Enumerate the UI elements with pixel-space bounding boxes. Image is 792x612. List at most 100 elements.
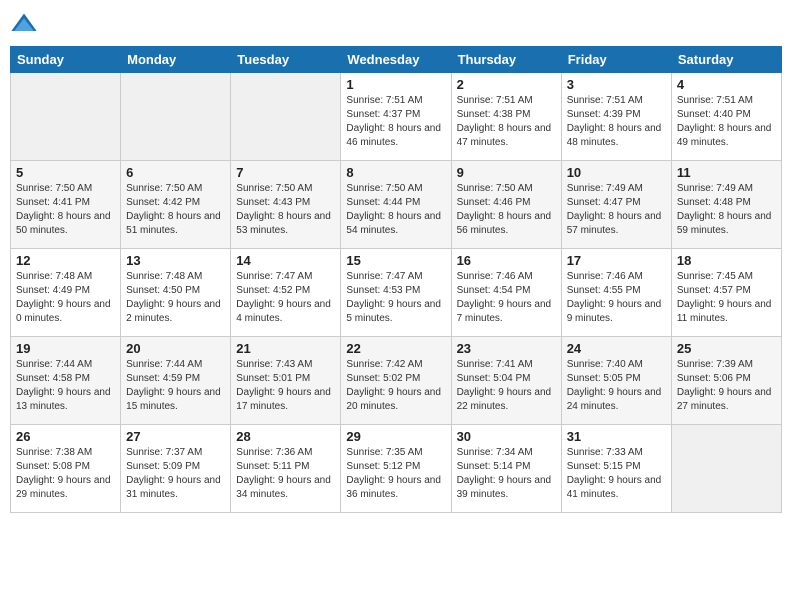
day-number: 23 xyxy=(457,341,556,356)
day-info: Sunrise: 7:50 AM Sunset: 4:43 PM Dayligh… xyxy=(236,182,335,238)
week-row-2: 12 Sunrise: 7:48 AM Sunset: 4:49 PM Dayli… xyxy=(11,249,782,337)
day-number: 29 xyxy=(346,429,445,444)
calendar-table: SundayMondayTuesdayWednesdayThursdayFrid… xyxy=(10,46,782,513)
day-number: 11 xyxy=(677,165,776,180)
day-cell: 10Sunrise: 7:49 AM Sunset: 4:47 PM Dayli… xyxy=(561,161,671,249)
day-cell: 8 Sunrise: 7:50 AM Sunset: 4:44 PM Daylig… xyxy=(341,161,451,249)
header-tuesday: Tuesday xyxy=(231,47,341,73)
header-thursday: Thursday xyxy=(451,47,561,73)
day-info: Sunrise: 7:48 AM Sunset: 4:49 PM Dayligh… xyxy=(16,270,115,326)
day-info: Sunrise: 7:35 AM Sunset: 5:12 PM Dayligh… xyxy=(346,446,445,502)
week-row-1: 5 Sunrise: 7:50 AM Sunset: 4:41 PM Daylig… xyxy=(11,161,782,249)
day-info: Sunrise: 7:49 AM Sunset: 4:48 PM Dayligh… xyxy=(677,182,776,238)
day-number: 12 xyxy=(16,253,115,268)
day-info: Sunrise: 7:39 AM Sunset: 5:06 PM Dayligh… xyxy=(677,358,776,414)
day-info: Sunrise: 7:43 AM Sunset: 5:01 PM Dayligh… xyxy=(236,358,335,414)
day-number: 15 xyxy=(346,253,445,268)
day-number: 18 xyxy=(677,253,776,268)
logo xyxy=(10,10,42,38)
day-info: Sunrise: 7:47 AM Sunset: 4:52 PM Dayligh… xyxy=(236,270,335,326)
day-cell: 27Sunrise: 7:37 AM Sunset: 5:09 PM Dayli… xyxy=(121,425,231,513)
day-cell: 25 Sunrise: 7:39 AM Sunset: 5:06 PM Dayli… xyxy=(671,337,781,425)
day-cell xyxy=(121,73,231,161)
day-info: Sunrise: 7:47 AM Sunset: 4:53 PM Dayligh… xyxy=(346,270,445,326)
day-cell: 5 Sunrise: 7:50 AM Sunset: 4:41 PM Daylig… xyxy=(11,161,121,249)
day-number: 5 xyxy=(16,165,115,180)
day-number: 8 xyxy=(346,165,445,180)
day-cell: 24 Sunrise: 7:40 AM Sunset: 5:05 PM Dayli… xyxy=(561,337,671,425)
day-number: 24 xyxy=(567,341,666,356)
day-cell: 1 Sunrise: 7:51 AM Sunset: 4:37 PM Daylig… xyxy=(341,73,451,161)
header-sunday: Sunday xyxy=(11,47,121,73)
day-number: 14 xyxy=(236,253,335,268)
header-friday: Friday xyxy=(561,47,671,73)
day-cell: 23Sunrise: 7:41 AM Sunset: 5:04 PM Dayli… xyxy=(451,337,561,425)
day-info: Sunrise: 7:48 AM Sunset: 4:50 PM Dayligh… xyxy=(126,270,225,326)
day-number: 25 xyxy=(677,341,776,356)
day-cell: 9 Sunrise: 7:50 AM Sunset: 4:46 PM Daylig… xyxy=(451,161,561,249)
day-number: 16 xyxy=(457,253,556,268)
day-number: 26 xyxy=(16,429,115,444)
day-number: 13 xyxy=(126,253,225,268)
day-cell: 21 Sunrise: 7:43 AM Sunset: 5:01 PM Dayli… xyxy=(231,337,341,425)
day-info: Sunrise: 7:50 AM Sunset: 4:42 PM Dayligh… xyxy=(126,182,225,238)
day-number: 1 xyxy=(346,77,445,92)
day-number: 9 xyxy=(457,165,556,180)
week-row-3: 19 Sunrise: 7:44 AM Sunset: 4:58 PM Dayli… xyxy=(11,337,782,425)
day-number: 19 xyxy=(16,341,115,356)
day-cell: 22 Sunrise: 7:42 AM Sunset: 5:02 PM Dayli… xyxy=(341,337,451,425)
day-cell: 18 Sunrise: 7:45 AM Sunset: 4:57 PM Dayli… xyxy=(671,249,781,337)
header-wednesday: Wednesday xyxy=(341,47,451,73)
day-info: Sunrise: 7:51 AM Sunset: 4:38 PM Dayligh… xyxy=(457,94,556,150)
day-cell: 4 Sunrise: 7:51 AM Sunset: 4:40 PM Daylig… xyxy=(671,73,781,161)
day-number: 17 xyxy=(567,253,666,268)
day-info: Sunrise: 7:38 AM Sunset: 5:08 PM Dayligh… xyxy=(16,446,115,502)
day-cell: 17 Sunrise: 7:46 AM Sunset: 4:55 PM Dayli… xyxy=(561,249,671,337)
day-number: 6 xyxy=(126,165,225,180)
day-info: Sunrise: 7:51 AM Sunset: 4:39 PM Dayligh… xyxy=(567,94,666,150)
day-info: Sunrise: 7:46 AM Sunset: 4:55 PM Dayligh… xyxy=(567,270,666,326)
day-info: Sunrise: 7:37 AM Sunset: 5:09 PM Dayligh… xyxy=(126,446,225,502)
day-info: Sunrise: 7:50 AM Sunset: 4:46 PM Dayligh… xyxy=(457,182,556,238)
week-row-0: 1 Sunrise: 7:51 AM Sunset: 4:37 PM Daylig… xyxy=(11,73,782,161)
day-cell: 19 Sunrise: 7:44 AM Sunset: 4:58 PM Dayli… xyxy=(11,337,121,425)
logo-icon xyxy=(10,10,38,38)
day-info: Sunrise: 7:50 AM Sunset: 4:41 PM Dayligh… xyxy=(16,182,115,238)
day-info: Sunrise: 7:36 AM Sunset: 5:11 PM Dayligh… xyxy=(236,446,335,502)
header-monday: Monday xyxy=(121,47,231,73)
header-saturday: Saturday xyxy=(671,47,781,73)
day-number: 28 xyxy=(236,429,335,444)
day-info: Sunrise: 7:44 AM Sunset: 4:58 PM Dayligh… xyxy=(16,358,115,414)
day-cell: 14 Sunrise: 7:47 AM Sunset: 4:52 PM Dayli… xyxy=(231,249,341,337)
day-cell: 29 Sunrise: 7:35 AM Sunset: 5:12 PM Dayli… xyxy=(341,425,451,513)
day-info: Sunrise: 7:40 AM Sunset: 5:05 PM Dayligh… xyxy=(567,358,666,414)
day-cell: 26 Sunrise: 7:38 AM Sunset: 5:08 PM Dayli… xyxy=(11,425,121,513)
day-number: 4 xyxy=(677,77,776,92)
day-number: 21 xyxy=(236,341,335,356)
day-cell: 12 Sunrise: 7:48 AM Sunset: 4:49 PM Dayli… xyxy=(11,249,121,337)
day-cell: 28 Sunrise: 7:36 AM Sunset: 5:11 PM Dayli… xyxy=(231,425,341,513)
day-cell: 2 Sunrise: 7:51 AM Sunset: 4:38 PM Daylig… xyxy=(451,73,561,161)
day-cell: 7Sunrise: 7:50 AM Sunset: 4:43 PM Daylig… xyxy=(231,161,341,249)
day-number: 2 xyxy=(457,77,556,92)
day-cell: 31Sunrise: 7:33 AM Sunset: 5:15 PM Dayli… xyxy=(561,425,671,513)
day-cell: 15 Sunrise: 7:47 AM Sunset: 4:53 PM Dayli… xyxy=(341,249,451,337)
day-info: Sunrise: 7:34 AM Sunset: 5:14 PM Dayligh… xyxy=(457,446,556,502)
day-info: Sunrise: 7:49 AM Sunset: 4:47 PM Dayligh… xyxy=(567,182,666,238)
day-info: Sunrise: 7:42 AM Sunset: 5:02 PM Dayligh… xyxy=(346,358,445,414)
day-info: Sunrise: 7:45 AM Sunset: 4:57 PM Dayligh… xyxy=(677,270,776,326)
day-number: 22 xyxy=(346,341,445,356)
day-cell xyxy=(671,425,781,513)
day-info: Sunrise: 7:44 AM Sunset: 4:59 PM Dayligh… xyxy=(126,358,225,414)
day-cell: 20Sunrise: 7:44 AM Sunset: 4:59 PM Dayli… xyxy=(121,337,231,425)
day-cell xyxy=(11,73,121,161)
day-info: Sunrise: 7:51 AM Sunset: 4:40 PM Dayligh… xyxy=(677,94,776,150)
day-cell xyxy=(231,73,341,161)
day-info: Sunrise: 7:51 AM Sunset: 4:37 PM Dayligh… xyxy=(346,94,445,150)
day-info: Sunrise: 7:50 AM Sunset: 4:44 PM Dayligh… xyxy=(346,182,445,238)
day-info: Sunrise: 7:33 AM Sunset: 5:15 PM Dayligh… xyxy=(567,446,666,502)
day-cell: 11 Sunrise: 7:49 AM Sunset: 4:48 PM Dayli… xyxy=(671,161,781,249)
day-number: 30 xyxy=(457,429,556,444)
calendar-header-row: SundayMondayTuesdayWednesdayThursdayFrid… xyxy=(11,47,782,73)
day-info: Sunrise: 7:46 AM Sunset: 4:54 PM Dayligh… xyxy=(457,270,556,326)
